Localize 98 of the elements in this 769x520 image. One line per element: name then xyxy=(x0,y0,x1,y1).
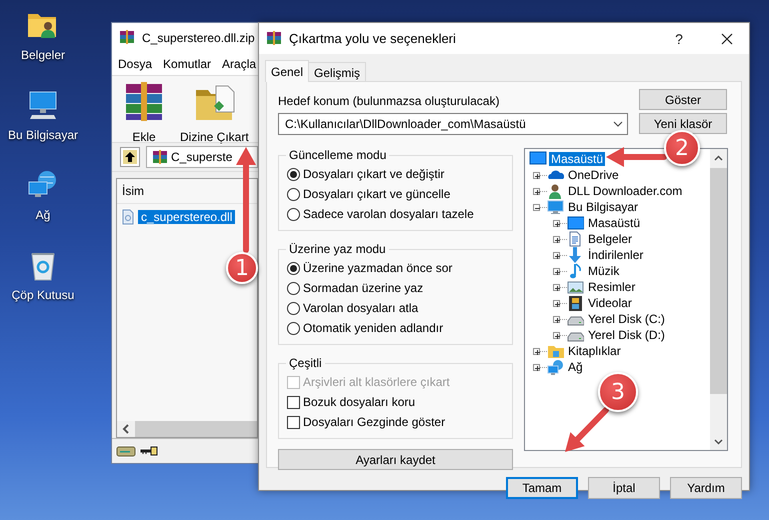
radio-button[interactable] xyxy=(287,168,300,180)
expand-toggle[interactable] xyxy=(553,332,560,338)
expand-toggle[interactable] xyxy=(553,316,560,322)
tree-item[interactable]: DLL Downloader.com xyxy=(566,184,684,198)
up-button[interactable] xyxy=(120,147,140,167)
dialog-button[interactable]: Yardım xyxy=(670,477,742,499)
side-button[interactable]: Göster xyxy=(639,89,727,110)
tree-item[interactable]: Yerel Disk (C:) xyxy=(586,312,667,326)
option-label[interactable]: Dosyaları çıkart ve değiştir xyxy=(303,167,444,181)
tree-item[interactable]: Resimler xyxy=(586,280,638,294)
radio-button[interactable] xyxy=(287,188,300,200)
expand-toggle[interactable] xyxy=(553,284,560,290)
radio-button[interactable] xyxy=(287,282,300,294)
help-button[interactable]: ? xyxy=(659,30,699,46)
annotation-arrow xyxy=(565,407,609,452)
tree-item[interactable]: Kitaplıklar xyxy=(566,344,623,358)
tree-item[interactable]: Belgeler xyxy=(586,232,634,246)
chevron-down-icon xyxy=(613,121,623,127)
tree-item[interactable]: Masaüstü xyxy=(549,152,606,166)
tree-item[interactable]: İndirilenler xyxy=(586,248,646,262)
archive-books-icon xyxy=(265,30,283,48)
option-label[interactable]: Bozuk dosyaları koru xyxy=(303,395,416,409)
vertical-scrollbar[interactable] xyxy=(710,149,727,450)
tree-item[interactable]: Ağ xyxy=(566,360,585,374)
option-label[interactable]: Dosyaları Gezginde göster xyxy=(303,415,446,429)
radio-button[interactable] xyxy=(287,262,300,274)
radio-button[interactable] xyxy=(287,302,300,314)
user-icon xyxy=(547,182,564,200)
file-icon xyxy=(122,208,134,224)
menu-item[interactable]: Araçla xyxy=(222,57,256,71)
expand-toggle[interactable] xyxy=(553,300,560,306)
option-label[interactable]: Varolan dosyaları atla xyxy=(303,301,418,315)
checkbox[interactable] xyxy=(287,416,300,428)
checkbox[interactable] xyxy=(287,396,300,408)
column-header[interactable]: İsim xyxy=(122,184,144,198)
option-label[interactable]: Sadece varolan dosyaları tazele xyxy=(303,207,474,221)
close-icon[interactable] xyxy=(721,32,733,44)
tree-item[interactable]: Yerel Disk (D:) xyxy=(586,328,667,342)
download-arrow-icon xyxy=(567,246,584,264)
desktop-icon-label[interactable]: Belgeler xyxy=(20,48,66,62)
archive-books-icon xyxy=(151,149,167,165)
chevron-down-icon[interactable] xyxy=(714,438,723,444)
expand-toggle[interactable] xyxy=(533,348,540,354)
path-combo[interactable]: C_superste xyxy=(146,146,258,168)
dialog-button[interactable]: İptal xyxy=(588,477,660,499)
destination-combo[interactable]: C:\Kullanıcılar\DllDownloader_com\Masaüstü xyxy=(278,113,628,135)
tree-item[interactable]: Videolar xyxy=(586,296,634,310)
expand-toggle[interactable] xyxy=(553,268,560,274)
toolbar-button[interactable]: Ekle xyxy=(122,80,166,144)
option-label[interactable]: Sormadan üzerine yaz xyxy=(303,281,424,295)
dialog-button[interactable]: Tamam xyxy=(506,477,578,499)
desktop-icon-label[interactable]: Çöp Kutusu xyxy=(12,288,74,302)
tree-item[interactable]: Masaüstü xyxy=(586,216,642,230)
expand-toggle[interactable] xyxy=(533,204,540,210)
music-note-icon xyxy=(567,262,584,280)
save-settings-button[interactable]: Ayarları kaydet xyxy=(278,449,513,470)
expand-toggle[interactable] xyxy=(553,252,560,258)
group-title: Güncelleme modu xyxy=(288,148,388,162)
expand-toggle[interactable] xyxy=(553,220,560,226)
dialog-title: Çıkartma yolu ve seçenekleri xyxy=(289,31,457,46)
annotation-arrow xyxy=(606,147,667,167)
group-title: Üzerine yaz modu xyxy=(288,242,387,256)
archive-books-icon xyxy=(118,29,136,47)
file-name[interactable]: c_superstereo.dll xyxy=(138,210,236,224)
tab[interactable]: Gelişmiş xyxy=(308,62,366,81)
picture-icon xyxy=(567,278,584,296)
radio-button[interactable] xyxy=(287,208,300,220)
expand-toggle[interactable] xyxy=(533,364,540,370)
desktop-icon-label[interactable]: Ağ xyxy=(36,208,50,222)
drive-icon xyxy=(116,444,136,458)
field-label: Hedef konum (bulunmazsa oluşturulacak) xyxy=(278,94,500,108)
radio-button[interactable] xyxy=(287,322,300,334)
key-icon xyxy=(140,446,158,456)
desktop-icon-label[interactable]: Bu Bilgisayar xyxy=(8,128,78,142)
window-title: C_superstereo.dll.zip xyxy=(142,31,255,45)
chevron-left-icon[interactable] xyxy=(122,424,130,434)
expand-toggle[interactable] xyxy=(553,236,560,242)
computer-icon xyxy=(547,198,564,216)
option-label[interactable]: Otomatik yeniden adlandır xyxy=(303,321,444,335)
network-icon xyxy=(547,358,564,376)
tree-item[interactable]: Müzik xyxy=(586,264,622,278)
expand-toggle[interactable] xyxy=(533,172,540,178)
tree-item[interactable]: OneDrive xyxy=(566,168,621,182)
menu-item[interactable]: Komutlar xyxy=(163,57,212,71)
group-title: Çeşitli xyxy=(288,356,323,370)
toolbar-button[interactable]: Dizine Çıkart xyxy=(180,80,249,144)
side-button[interactable]: Yeni klasör xyxy=(639,113,727,134)
film-icon xyxy=(567,294,584,312)
up-arrow-icon xyxy=(123,150,137,164)
chevron-up-icon[interactable] xyxy=(714,154,723,160)
tab[interactable]: Genel xyxy=(265,60,310,82)
tree-item[interactable]: Bu Bilgisayar xyxy=(566,200,640,214)
option-label[interactable]: Üzerine yazmadan önce sor xyxy=(303,261,452,275)
horizontal-scrollbar[interactable] xyxy=(117,421,257,437)
option-label[interactable]: Dosyaları çıkart ve güncelle xyxy=(303,187,450,201)
menu-item[interactable]: Dosya xyxy=(118,57,152,71)
expand-toggle[interactable] xyxy=(533,188,540,194)
desktop-icon xyxy=(567,214,584,232)
